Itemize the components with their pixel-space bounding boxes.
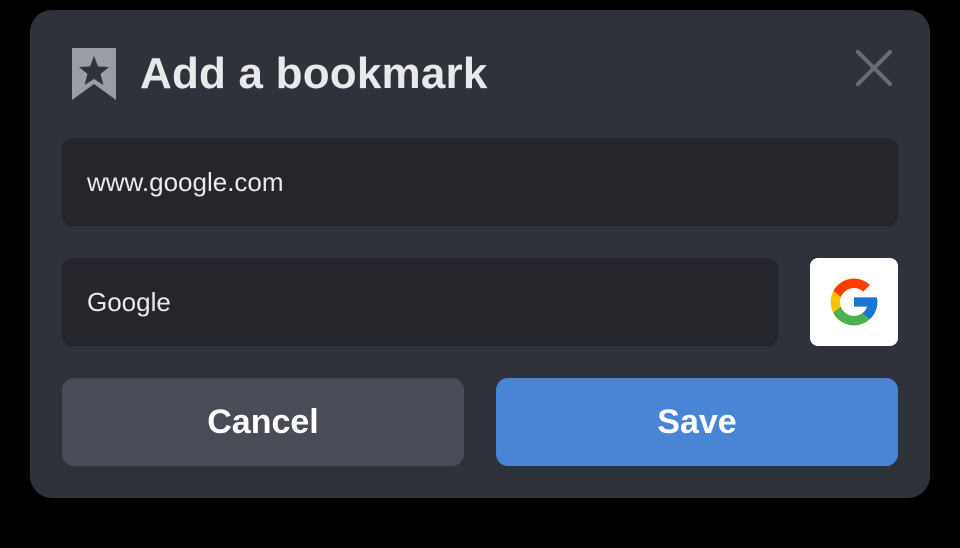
dialog-title: Add a bookmark (140, 49, 488, 98)
save-button[interactable]: Save (496, 378, 898, 466)
close-icon (856, 50, 892, 86)
dialog-header: Add a bookmark (70, 46, 488, 102)
add-bookmark-dialog: Add a bookmark www.google.com Google Can… (30, 10, 930, 498)
cancel-button[interactable]: Cancel (62, 378, 464, 466)
save-button-label: Save (657, 402, 737, 441)
cancel-button-label: Cancel (207, 402, 319, 441)
close-button[interactable] (852, 46, 896, 90)
url-field[interactable]: www.google.com (62, 138, 898, 226)
google-logo-icon (830, 278, 878, 326)
bookmark-star-icon (70, 46, 118, 102)
url-field-value: www.google.com (87, 166, 284, 197)
name-field[interactable]: Google (62, 258, 778, 346)
name-field-value: Google (87, 286, 171, 317)
favicon-button[interactable] (810, 258, 898, 346)
